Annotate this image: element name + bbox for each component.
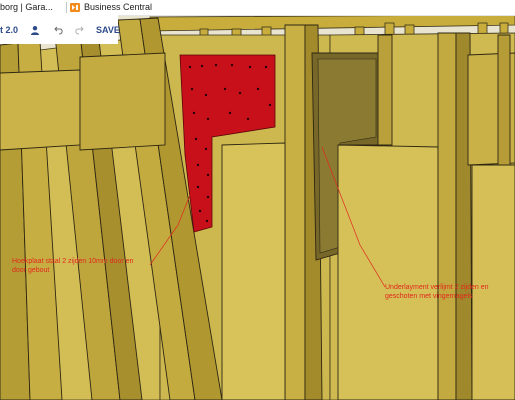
annotation-line: geschoten met vingernagels	[385, 293, 473, 300]
tab-separator	[66, 2, 67, 13]
browser-tab-bar: borg | Gara... Business Central	[0, 0, 515, 16]
save-button[interactable]: SAVE	[96, 25, 120, 35]
browser-tab-business-central[interactable]: Business Central	[70, 1, 152, 14]
app-toolbar: t 2.0 SAVE	[0, 15, 120, 44]
insulation-panel-front	[337, 144, 439, 400]
annotation-underlayment: Underlayment verlijmt 2 zijden en gescho…	[385, 283, 489, 301]
annotation-line: Hoekplaat staal 2 zijden 10mm door en	[12, 258, 134, 265]
annotation-line: door gebout	[12, 267, 50, 274]
model-viewport[interactable]	[0, 15, 515, 400]
app-name: t 2.0	[0, 24, 19, 35]
annotation-steel-plate: Hoekplaat staal 2 zijden 10mm door en do…	[12, 257, 133, 275]
annotation-line: Underlayment verlijmt 2 zijden en	[385, 284, 489, 291]
insulation-panel-centre	[221, 142, 286, 400]
undo-icon[interactable]	[54, 25, 64, 35]
browser-tab-label: borg | Gara...	[0, 2, 53, 12]
redo-icon[interactable]	[74, 25, 84, 35]
business-central-logo-icon	[70, 3, 80, 12]
timber-post-middle	[284, 24, 306, 400]
browser-tab-label: Business Central	[84, 2, 153, 12]
browser-tab-garage[interactable]: borg | Gara...	[0, 1, 53, 14]
user-icon[interactable]	[30, 25, 40, 35]
